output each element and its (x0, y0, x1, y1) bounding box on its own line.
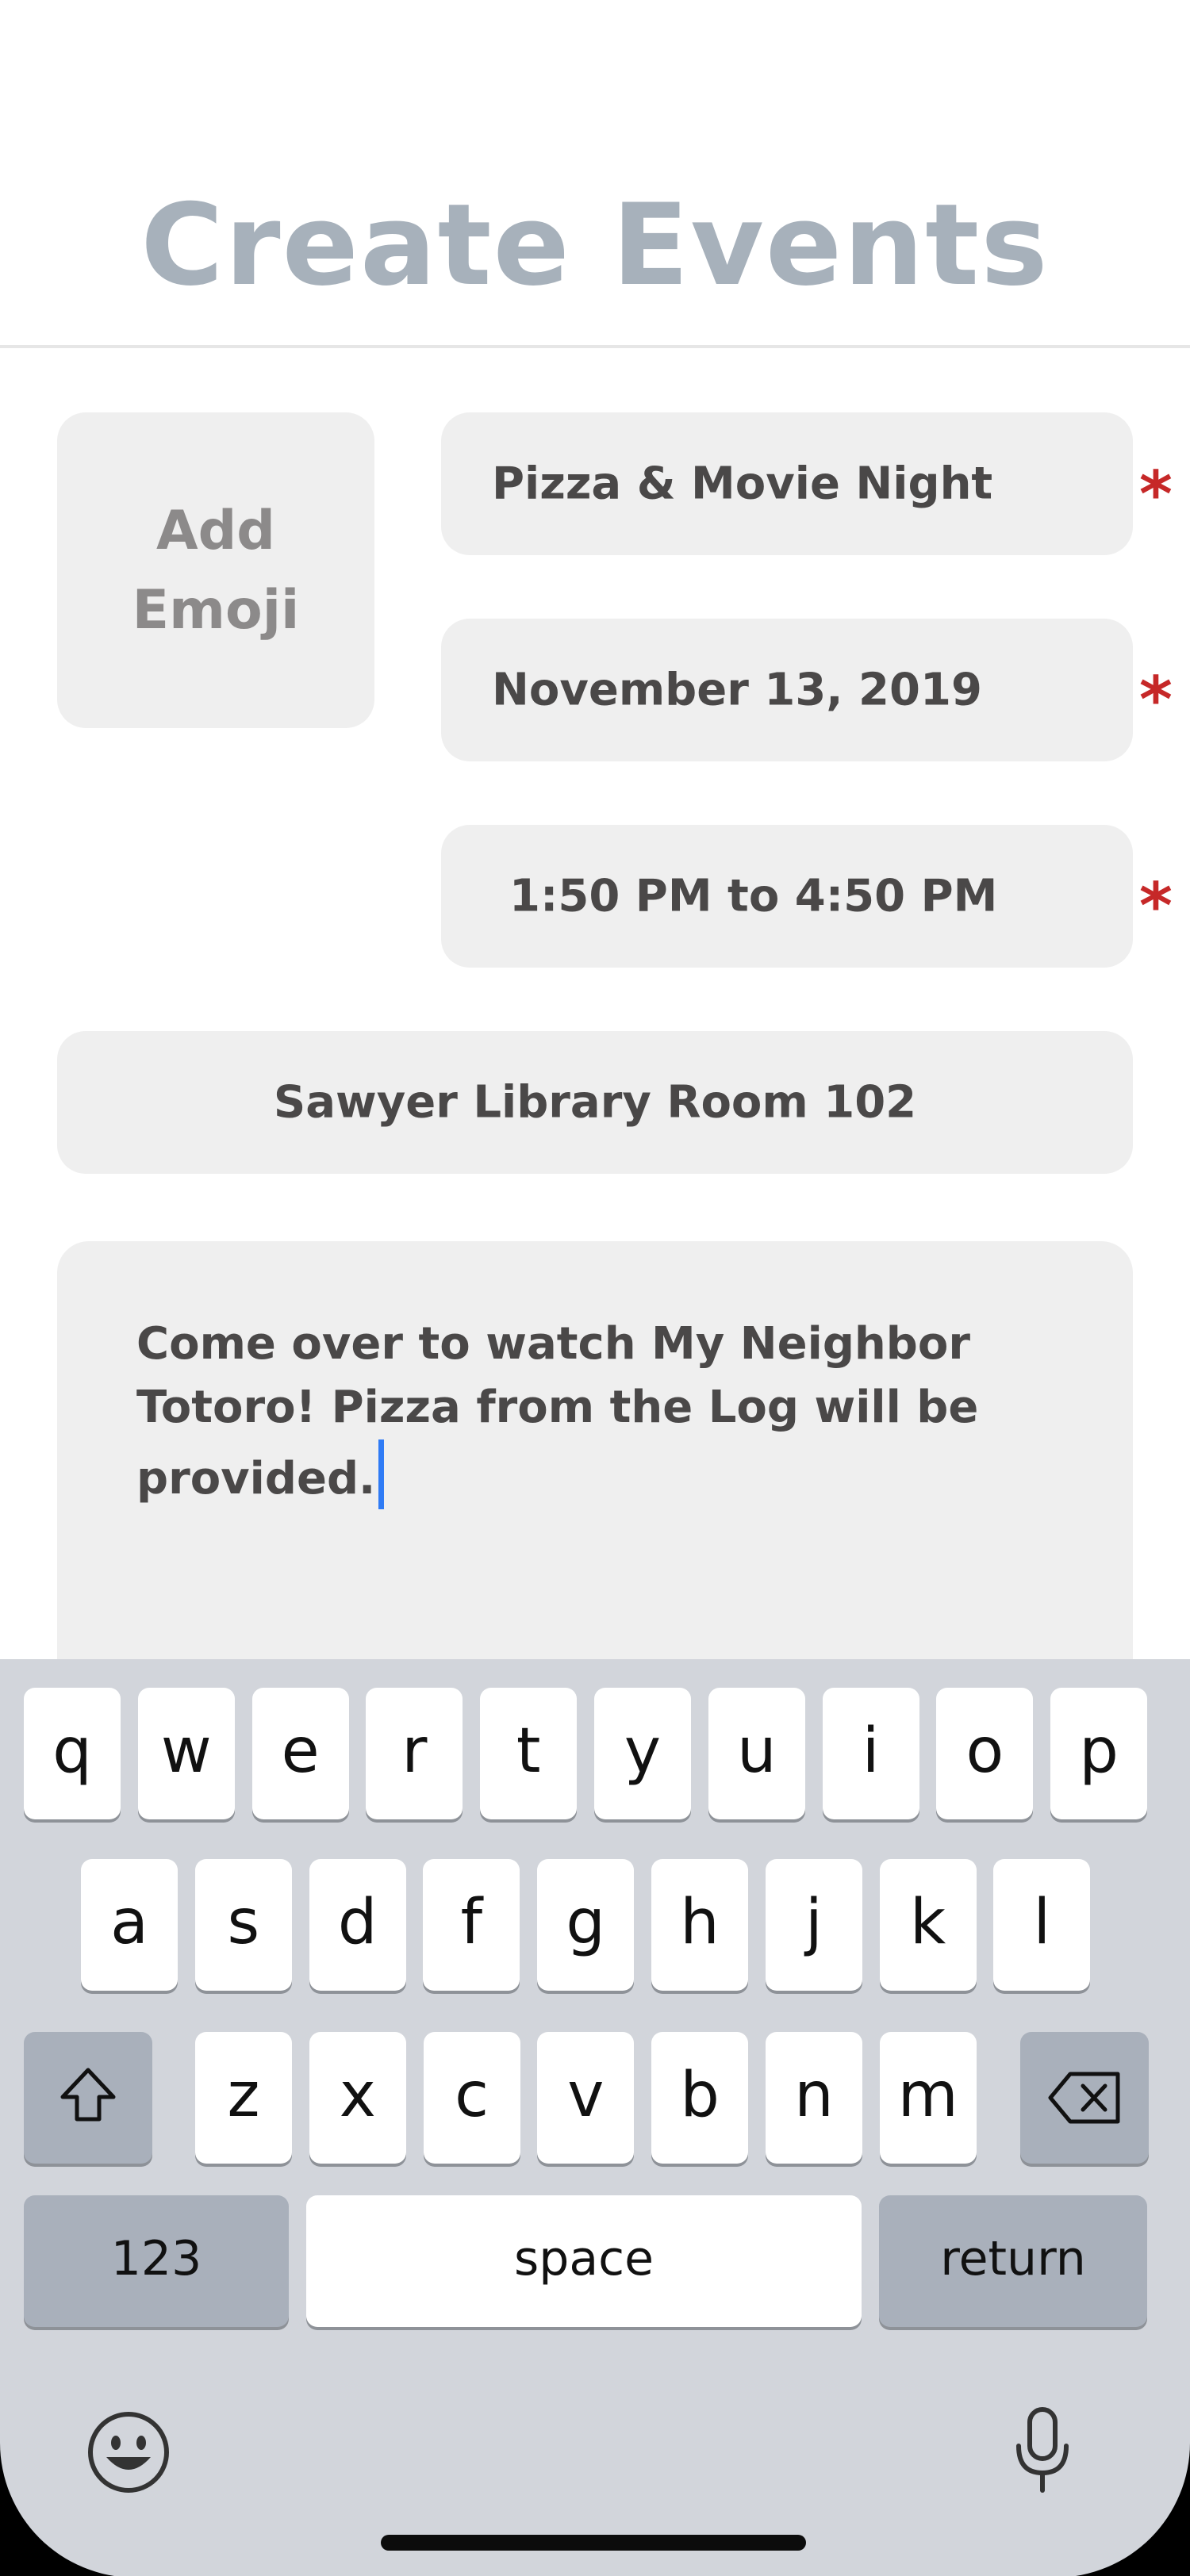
description-line-2: Totoro! Pizza from the Log will be (136, 1382, 979, 1433)
key-x[interactable]: x (309, 2032, 406, 2164)
event-name-value: Pizza & Movie Night (492, 458, 993, 510)
key-k[interactable]: k (879, 1859, 977, 1991)
add-emoji-label-line2: Emoji (132, 579, 300, 642)
time-required-marker: * (1139, 869, 1173, 943)
key-p[interactable]: p (1050, 1688, 1148, 1819)
create-event-screen: Create Events Add Emoji Pizza & Movie Ni… (0, 0, 1190, 2576)
on-screen-keyboard: qwertyuiop asdfghjkl zxcvbnm 123 space r… (0, 1659, 1190, 2576)
header-divider (0, 345, 1190, 348)
time-field[interactable]: 1:50 PM to 4:50 PM (441, 825, 1133, 968)
date-value: November 13, 2019 (492, 664, 982, 716)
key-n[interactable]: n (766, 2032, 862, 2164)
delete-key[interactable] (1020, 2032, 1149, 2164)
date-required-marker: * (1139, 663, 1173, 737)
page-title: Create Events (140, 180, 1050, 311)
description-line-3: provided. (136, 1453, 376, 1505)
key-m[interactable]: m (879, 2032, 977, 2164)
key-b[interactable]: b (651, 2032, 749, 2164)
screen-corner-right (1075, 2443, 1190, 2576)
key-o[interactable]: o (936, 1688, 1034, 1819)
key-c[interactable]: c (423, 2032, 520, 2164)
add-emoji-button[interactable]: Add Emoji (57, 412, 374, 728)
key-i[interactable]: i (822, 1688, 919, 1819)
key-h[interactable]: h (651, 1859, 748, 1991)
location-field[interactable]: Sawyer Library Room 102 (57, 1031, 1133, 1174)
shift-key[interactable] (24, 2032, 152, 2164)
time-value: 1:50 PM to 4:50 PM (509, 870, 998, 922)
home-indicator[interactable] (381, 2535, 806, 2551)
key-q[interactable]: q (24, 1688, 121, 1819)
description-line-1: Come over to watch My Neighbor (136, 1318, 970, 1370)
key-v[interactable]: v (537, 2032, 635, 2164)
add-emoji-label-line1: Add (156, 500, 275, 562)
key-t[interactable]: t (480, 1688, 578, 1819)
event-name-field[interactable]: Pizza & Movie Night (441, 412, 1133, 555)
event-name-required-marker: * (1139, 458, 1173, 531)
key-a[interactable]: a (81, 1859, 178, 1991)
key-w[interactable]: w (137, 1688, 235, 1819)
screen-corner-left (0, 2443, 115, 2576)
date-field[interactable]: November 13, 2019 (441, 619, 1133, 761)
key-l[interactable]: l (993, 1859, 1091, 1991)
text-caret (378, 1439, 385, 1509)
shift-icon (60, 2068, 116, 2122)
backspace-icon (1048, 2072, 1120, 2124)
key-y[interactable]: y (594, 1688, 691, 1819)
key-s[interactable]: s (194, 1859, 292, 1991)
key-r[interactable]: r (366, 1688, 463, 1819)
return-key[interactable]: return (879, 2195, 1147, 2327)
key-f[interactable]: f (423, 1859, 520, 1991)
key-j[interactable]: j (765, 1859, 862, 1991)
numbers-key[interactable]: 123 (24, 2195, 289, 2327)
space-key[interactable]: space (306, 2195, 862, 2327)
location-value: Sawyer Library Room 102 (273, 1076, 917, 1129)
key-u[interactable]: u (708, 1688, 805, 1819)
key-e[interactable]: e (251, 1688, 349, 1819)
key-d[interactable]: d (309, 1859, 406, 1991)
key-z[interactable]: z (195, 2032, 292, 2164)
key-g[interactable]: g (537, 1859, 635, 1991)
